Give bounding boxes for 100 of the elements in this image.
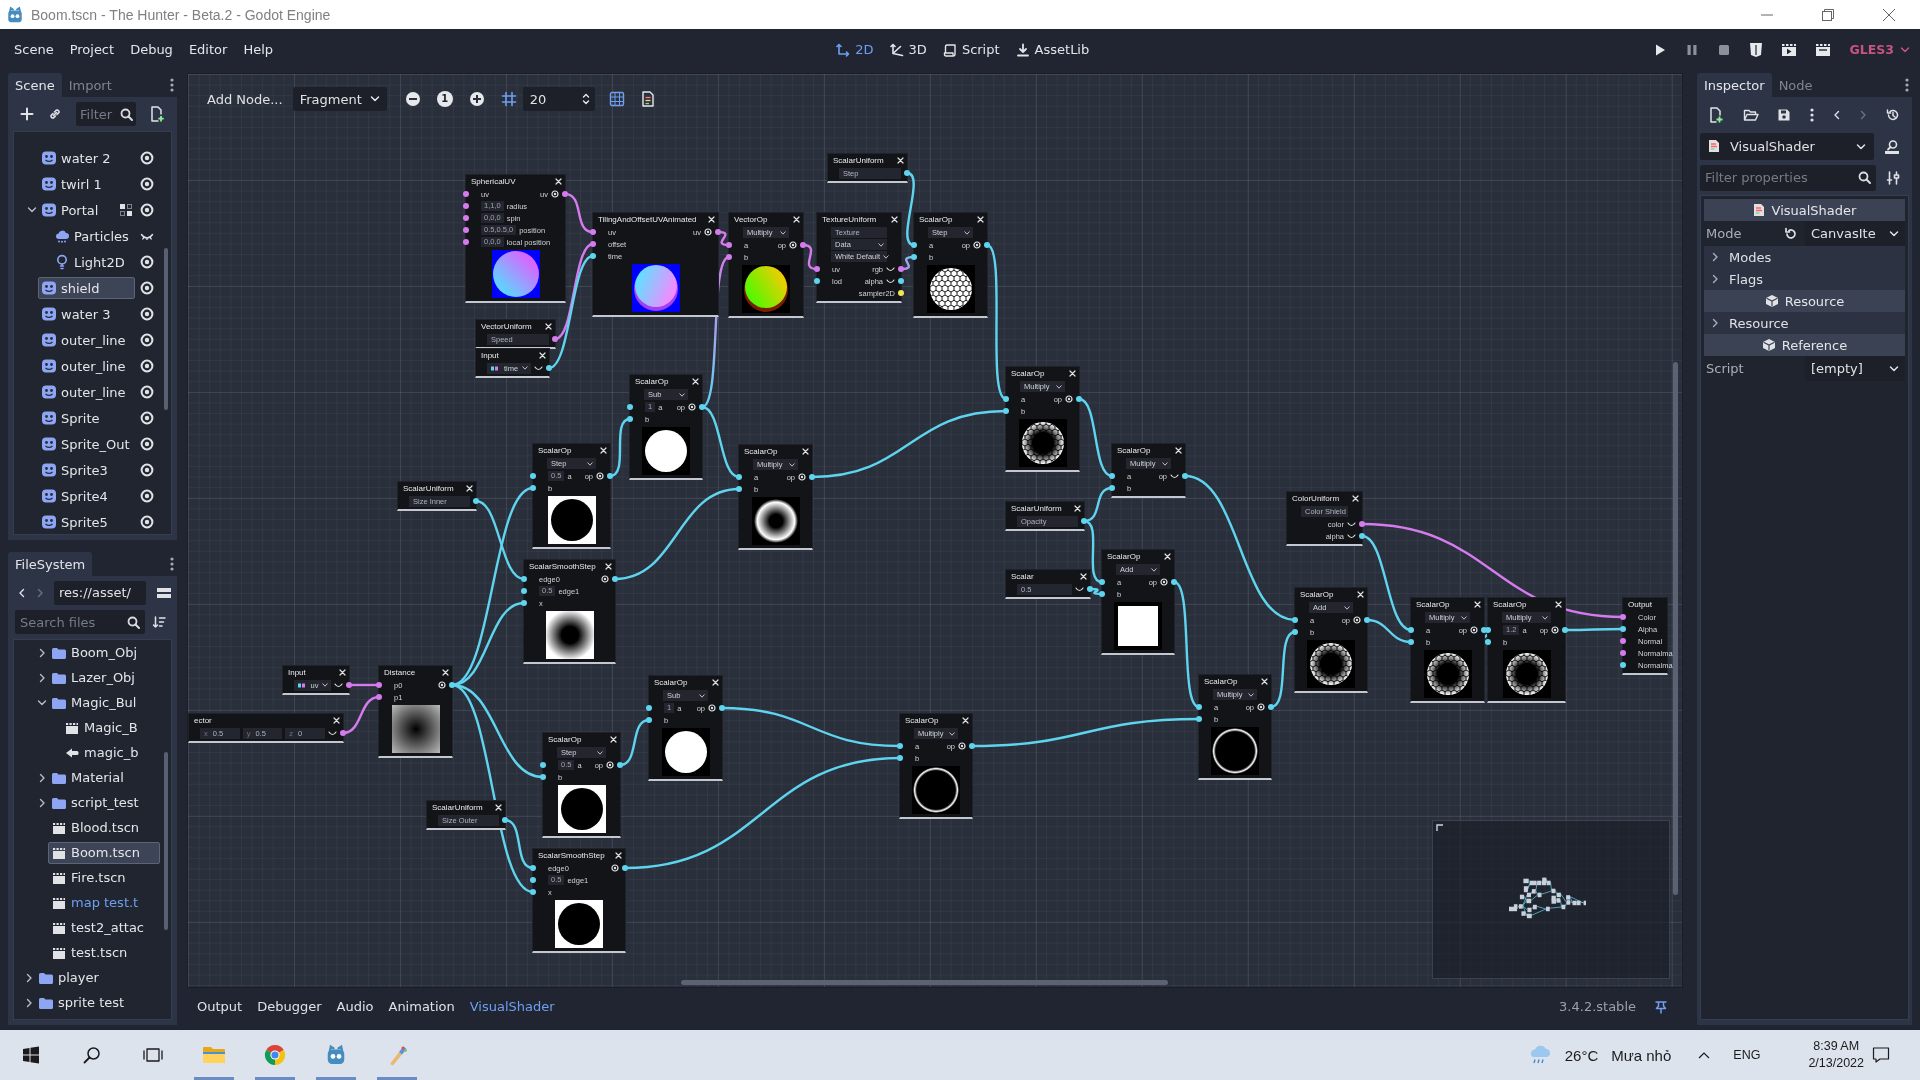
- filter-field[interactable]: Filter: [76, 102, 136, 126]
- dock-tab[interactable]: Node: [1771, 73, 1820, 97]
- menu-item[interactable]: Debug: [123, 39, 180, 60]
- output-port-icon[interactable]: [1182, 473, 1188, 479]
- chevron-right-icon[interactable]: [25, 997, 33, 1008]
- scene-tree-item[interactable]: shield: [38, 277, 135, 299]
- workspace-tab[interactable]: AssetLib: [1008, 39, 1097, 60]
- dock-tab[interactable]: FileSystem: [8, 552, 93, 576]
- folder-open-icon[interactable]: [1742, 108, 1759, 122]
- workspace-tab[interactable]: 3D: [882, 39, 934, 60]
- closed-eye-icon[interactable]: [140, 232, 154, 240]
- add-node-button[interactable]: Add Node...: [200, 88, 290, 110]
- menu-item[interactable]: Project: [62, 39, 122, 60]
- dock-tab[interactable]: Import: [61, 73, 119, 97]
- graph-canvas[interactable]: [187, 73, 1683, 988]
- spin-arrows-icon[interactable]: [581, 92, 590, 106]
- output-port-icon[interactable]: [1364, 617, 1370, 623]
- closed-eye-icon[interactable]: [886, 278, 895, 284]
- eye-icon[interactable]: [140, 463, 154, 477]
- menu-item[interactable]: Editor: [181, 39, 235, 60]
- chevron-right-icon[interactable]: [38, 672, 46, 683]
- output-port-icon[interactable]: [904, 170, 910, 176]
- closed-eye-icon[interactable]: [1347, 521, 1356, 527]
- output-port-icon[interactable]: [1171, 579, 1177, 585]
- clapperboard-play-icon[interactable]: [1780, 42, 1797, 57]
- eye-icon[interactable]: [611, 864, 619, 872]
- closed-eye-icon[interactable]: [1347, 533, 1356, 539]
- file-item[interactable]: player: [35, 966, 160, 989]
- grid-snap-icon[interactable]: [500, 91, 517, 107]
- output-port-icon[interactable]: [473, 498, 479, 504]
- scene-tree-item[interactable]: Sprite3: [38, 459, 135, 481]
- bottom-panel-tab[interactable]: Debugger: [250, 996, 329, 1017]
- output-port-icon[interactable]: [719, 705, 725, 711]
- zoom-out-icon[interactable]: [404, 91, 421, 107]
- more-icon[interactable]: [1905, 77, 1909, 93]
- file-item[interactable]: Boom.tscn: [48, 841, 160, 864]
- scene-tree-item[interactable]: Particles: [51, 225, 135, 247]
- workspace-tab[interactable]: Script: [935, 39, 1007, 60]
- output-port-icon[interactable]: [552, 336, 558, 342]
- scene-tree-item[interactable]: outer_line: [38, 381, 135, 403]
- scene-tree-item[interactable]: outer_line: [38, 355, 135, 377]
- eye-icon[interactable]: [973, 241, 981, 249]
- dock-tab[interactable]: Inspector: [1697, 73, 1772, 97]
- property-group[interactable]: Modes: [1704, 246, 1905, 268]
- eye-icon[interactable]: [140, 333, 154, 347]
- grid-icon[interactable]: [119, 203, 133, 217]
- file-item[interactable]: Magic_B: [61, 716, 160, 739]
- output-port-icon[interactable]: [340, 730, 346, 736]
- zoom-reset-button[interactable]: 1: [436, 91, 453, 107]
- workspace-tab[interactable]: 2D: [829, 39, 881, 60]
- eye-icon[interactable]: [140, 203, 154, 217]
- clapperboard-icon[interactable]: [1814, 42, 1831, 57]
- speech-bubble-icon[interactable]: [1872, 1046, 1890, 1064]
- eye-icon[interactable]: [1353, 616, 1361, 624]
- eye-icon[interactable]: [140, 437, 154, 451]
- output-port-icon[interactable]: [546, 365, 552, 371]
- eye-icon[interactable]: [704, 228, 712, 236]
- vertical-scrollbar[interactable]: [164, 752, 168, 930]
- eye-icon[interactable]: [798, 473, 806, 481]
- eye-icon[interactable]: [1160, 578, 1168, 586]
- document-plus-icon[interactable]: [150, 106, 165, 122]
- eye-icon[interactable]: [140, 151, 154, 165]
- property-dropdown[interactable]: CanvasIte: [1805, 221, 1905, 246]
- eye-icon[interactable]: [140, 177, 154, 191]
- output-port-icon[interactable]: [1081, 518, 1087, 524]
- plus-icon[interactable]: [20, 107, 34, 121]
- closed-eye-icon[interactable]: [334, 682, 343, 688]
- zoom-in-icon[interactable]: [468, 91, 485, 107]
- eye-icon[interactable]: [1470, 626, 1478, 634]
- pin-icon[interactable]: [1654, 999, 1668, 1014]
- file-item[interactable]: Magic_Bul: [48, 691, 160, 714]
- property-group[interactable]: Resource: [1704, 312, 1905, 334]
- file-item[interactable]: Blood.tscn: [48, 816, 160, 839]
- snap-step-field[interactable]: 20: [522, 87, 595, 111]
- eye-icon[interactable]: [140, 385, 154, 399]
- file-item[interactable]: Lazer_Obj: [48, 666, 160, 689]
- eye-icon[interactable]: [140, 515, 154, 529]
- reset-icon[interactable]: [1784, 226, 1798, 241]
- output-port-icon[interactable]: [1087, 586, 1093, 592]
- eye-icon[interactable]: [1065, 395, 1073, 403]
- eye-icon[interactable]: [688, 403, 696, 411]
- eye-icon[interactable]: [789, 241, 797, 249]
- scene-tree-item[interactable]: Light2D: [51, 251, 135, 273]
- property-group[interactable]: Flags: [1704, 268, 1905, 290]
- dock-tab[interactable]: Scene: [8, 73, 62, 97]
- bottom-panel-tab[interactable]: Output: [190, 996, 250, 1017]
- bottom-panel-tab[interactable]: VisualShader: [462, 996, 562, 1017]
- output-port-icon[interactable]: [622, 865, 628, 871]
- list-view-icon[interactable]: [156, 585, 172, 600]
- eye-icon[interactable]: [606, 761, 614, 769]
- path-field[interactable]: res://asset/: [54, 580, 146, 605]
- scene-tree-item[interactable]: water 3: [38, 303, 135, 325]
- bottom-panel-tab[interactable]: Animation: [381, 996, 462, 1017]
- save-icon[interactable]: [1777, 108, 1792, 122]
- scene-tree-item[interactable]: twirl 1: [38, 173, 135, 195]
- start-icon[interactable]: [21, 1046, 40, 1064]
- eye-icon[interactable]: [551, 190, 559, 198]
- chevron-left-icon[interactable]: [1832, 110, 1841, 120]
- output-port-icon[interactable]: [502, 817, 508, 823]
- closed-eye-icon[interactable]: [328, 730, 337, 736]
